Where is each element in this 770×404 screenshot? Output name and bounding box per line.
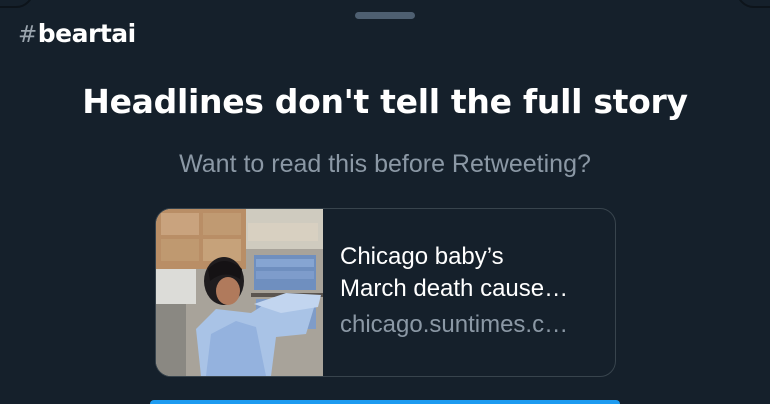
drag-handle[interactable] xyxy=(355,12,415,19)
read-article-button[interactable] xyxy=(150,400,620,404)
article-text: Chicago baby’s March death cause… chicag… xyxy=(323,209,615,376)
prompt-headline: Headlines don't tell the full story xyxy=(82,82,688,121)
prompt-subtitle: Want to read this before Retweeting? xyxy=(179,150,591,178)
article-link-card[interactable]: Chicago baby’s March death cause… chicag… xyxy=(155,208,616,377)
watermark-hash: # xyxy=(18,22,37,48)
article-domain: chicago.suntimes.c… xyxy=(340,311,569,338)
retweet-prompt-sheet: # beartai Headlines don't tell the full … xyxy=(0,0,770,404)
sheet-corner xyxy=(736,0,770,8)
beartai-watermark: # beartai xyxy=(18,19,136,48)
article-title: Chicago baby’s March death cause… xyxy=(340,243,569,302)
article-thumbnail xyxy=(156,209,323,376)
watermark-brand: beartai xyxy=(37,19,136,48)
sheet-corner xyxy=(0,0,34,8)
